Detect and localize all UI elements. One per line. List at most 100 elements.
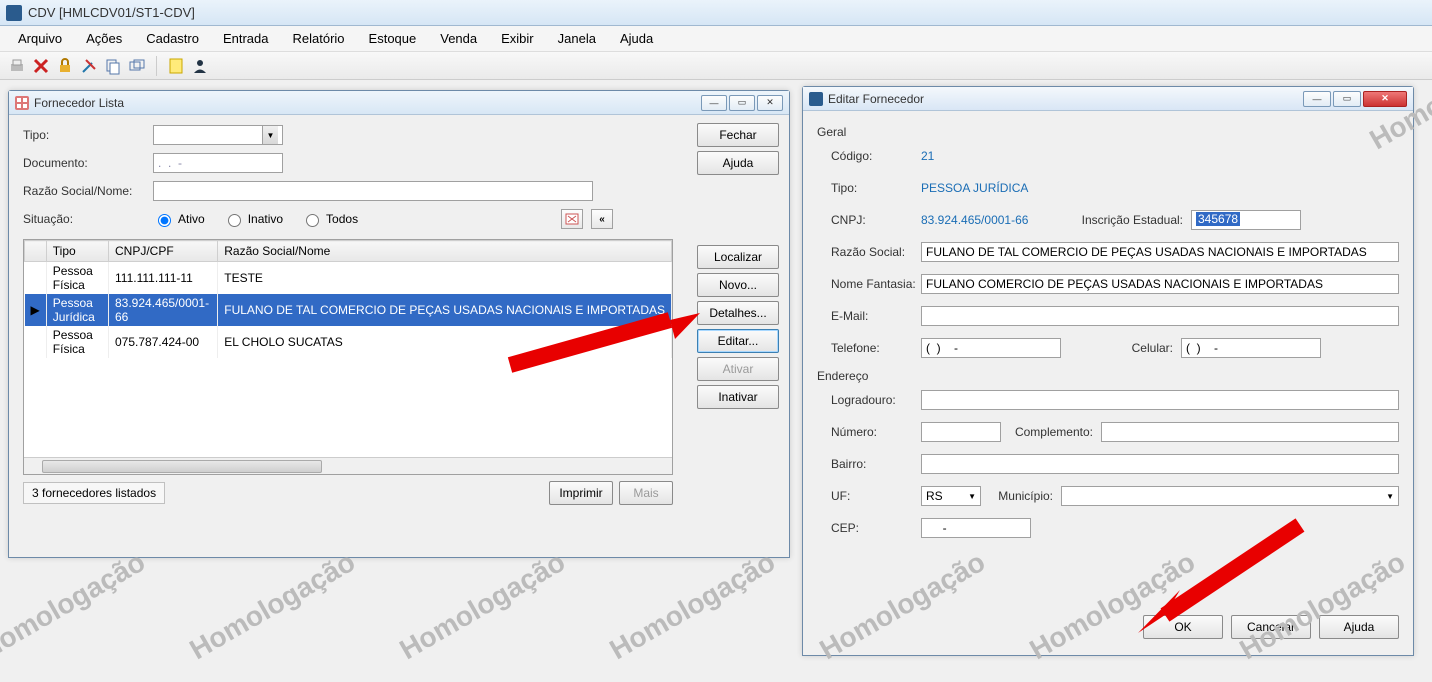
- editar-fornecedor-window: Editar Fornecedor — ▭ ✕ Geral Código: 21…: [802, 86, 1414, 656]
- menu-acoes[interactable]: Ações: [76, 28, 132, 49]
- menu-arquivo[interactable]: Arquivo: [8, 28, 72, 49]
- chevron-down-icon: ▼: [262, 126, 278, 144]
- tipo-combo[interactable]: ▼: [153, 125, 283, 145]
- menu-cadastro[interactable]: Cadastro: [136, 28, 209, 49]
- menu-janela[interactable]: Janela: [548, 28, 606, 49]
- numero-field[interactable]: [921, 422, 1001, 442]
- editar-minimize-button[interactable]: —: [1303, 91, 1331, 107]
- imprimir-button[interactable]: Imprimir: [549, 481, 613, 505]
- collapse-button[interactable]: «: [591, 209, 613, 229]
- ajuda-button[interactable]: Ajuda: [697, 151, 779, 175]
- documento-field[interactable]: [153, 153, 283, 173]
- editar-close-button[interactable]: ✕: [1363, 91, 1407, 107]
- celular-label: Celular:: [1061, 341, 1181, 355]
- windows-icon[interactable]: [128, 57, 146, 75]
- tipo-value: PESSOA JURÍDICA: [921, 181, 1028, 195]
- menu-estoque[interactable]: Estoque: [359, 28, 427, 49]
- lock-icon[interactable]: [56, 57, 74, 75]
- table-row[interactable]: ▶Pessoa Jurídica83.924.465/0001-66FULANO…: [25, 294, 672, 326]
- fantasia-field[interactable]: [921, 274, 1399, 294]
- email-field[interactable]: [921, 306, 1399, 326]
- numero-label: Número:: [831, 425, 921, 439]
- editar-maximize-button[interactable]: ▭: [1333, 91, 1361, 107]
- radio-inativo[interactable]: Inativo: [223, 211, 283, 227]
- app-icon: [6, 5, 22, 21]
- ajuda-button[interactable]: Ajuda: [1319, 615, 1399, 639]
- lista-titlebar[interactable]: Fornecedor Lista — ▭ ✕: [9, 91, 789, 115]
- ie-field[interactable]: 345678: [1191, 210, 1301, 230]
- editar-title: Editar Fornecedor: [828, 92, 924, 106]
- ok-button[interactable]: OK: [1143, 615, 1223, 639]
- cell-tipo: Pessoa Física: [46, 326, 108, 358]
- delete-icon[interactable]: [32, 57, 50, 75]
- cep-field[interactable]: [921, 518, 1031, 538]
- note-icon[interactable]: [167, 57, 185, 75]
- maximize-button[interactable]: ▭: [729, 95, 755, 111]
- tipo-label: Tipo:: [23, 128, 153, 142]
- menubar: Arquivo Ações Cadastro Entrada Relatório…: [0, 26, 1432, 52]
- menu-exibir[interactable]: Exibir: [491, 28, 544, 49]
- razao-label: Razão Social/Nome:: [23, 184, 153, 198]
- copy-icon[interactable]: [104, 57, 122, 75]
- email-label: E-Mail:: [831, 309, 921, 323]
- municipio-combo[interactable]: ▼: [1061, 486, 1399, 506]
- cancelar-button[interactable]: Cancelar: [1231, 615, 1311, 639]
- col-tipo[interactable]: Tipo: [46, 241, 108, 262]
- horizontal-scrollbar[interactable]: [24, 457, 672, 474]
- menu-entrada[interactable]: Entrada: [213, 28, 279, 49]
- razao-field[interactable]: [153, 181, 593, 201]
- menu-venda[interactable]: Venda: [430, 28, 487, 49]
- table-row[interactable]: Pessoa Física111.111.111-11TESTE: [25, 262, 672, 295]
- editar-button[interactable]: Editar...: [697, 329, 779, 353]
- close-button[interactable]: ✕: [757, 95, 783, 111]
- user-icon[interactable]: [191, 57, 209, 75]
- menu-relatorio[interactable]: Relatório: [283, 28, 355, 49]
- cell-doc: 83.924.465/0001-66: [109, 294, 218, 326]
- print-icon[interactable]: [8, 57, 26, 75]
- ativar-button[interactable]: Ativar: [697, 357, 779, 381]
- situacao-label: Situação:: [23, 212, 153, 226]
- codigo-label: Código:: [831, 149, 921, 163]
- mdi-area: Fornecedor Lista — ▭ ✕ Fechar Ajuda Loca…: [0, 80, 1432, 682]
- telefone-label: Telefone:: [831, 341, 921, 355]
- chevron-down-icon: ▼: [1386, 492, 1394, 501]
- table-row[interactable]: Pessoa Física075.787.424-00EL CHOLO SUCA…: [25, 326, 672, 358]
- col-razao[interactable]: Razão Social/Nome: [218, 241, 672, 262]
- cell-doc: 075.787.424-00: [109, 326, 218, 358]
- editar-titlebar[interactable]: Editar Fornecedor — ▭ ✕: [803, 87, 1413, 111]
- fornecedor-lista-window: Fornecedor Lista — ▭ ✕ Fechar Ajuda Loca…: [8, 90, 790, 558]
- telefone-field[interactable]: [921, 338, 1061, 358]
- toolbar: [0, 52, 1432, 80]
- chevron-down-icon: ▼: [968, 492, 976, 501]
- menu-ajuda[interactable]: Ajuda: [610, 28, 663, 49]
- logradouro-field[interactable]: [921, 390, 1399, 410]
- inativar-button[interactable]: Inativar: [697, 385, 779, 409]
- app-small-icon: [809, 92, 823, 106]
- status-text: 3 fornecedores listados: [23, 482, 165, 504]
- detalhes-button[interactable]: Detalhes...: [697, 301, 779, 325]
- minimize-button[interactable]: —: [701, 95, 727, 111]
- tipo-label: Tipo:: [831, 181, 921, 195]
- cell-tipo: Pessoa Física: [46, 262, 108, 295]
- razao-field[interactable]: [921, 242, 1399, 262]
- tools-icon[interactable]: [80, 57, 98, 75]
- dialog-buttons: OK Cancelar Ajuda: [1143, 615, 1399, 639]
- uf-combo[interactable]: RS ▼: [921, 486, 981, 506]
- complemento-field[interactable]: [1101, 422, 1399, 442]
- radio-todos[interactable]: Todos: [301, 211, 358, 227]
- bairro-label: Bairro:: [831, 457, 921, 471]
- mais-button[interactable]: Mais: [619, 481, 673, 505]
- novo-button[interactable]: Novo...: [697, 273, 779, 297]
- celular-field[interactable]: [1181, 338, 1321, 358]
- bairro-field[interactable]: [921, 454, 1399, 474]
- clear-filter-button[interactable]: [561, 209, 583, 229]
- app-window: CDV [HMLCDV01/ST1-CDV] Arquivo Ações Cad…: [0, 0, 1432, 682]
- radio-ativo[interactable]: Ativo: [153, 211, 205, 227]
- localizar-button[interactable]: Localizar: [697, 245, 779, 269]
- col-cnpj[interactable]: CNPJ/CPF: [109, 241, 218, 262]
- row-marker: ▶: [25, 294, 47, 326]
- scrollbar-thumb[interactable]: [42, 460, 322, 473]
- fechar-button[interactable]: Fechar: [697, 123, 779, 147]
- documento-label: Documento:: [23, 156, 153, 170]
- row-marker: [25, 262, 47, 295]
